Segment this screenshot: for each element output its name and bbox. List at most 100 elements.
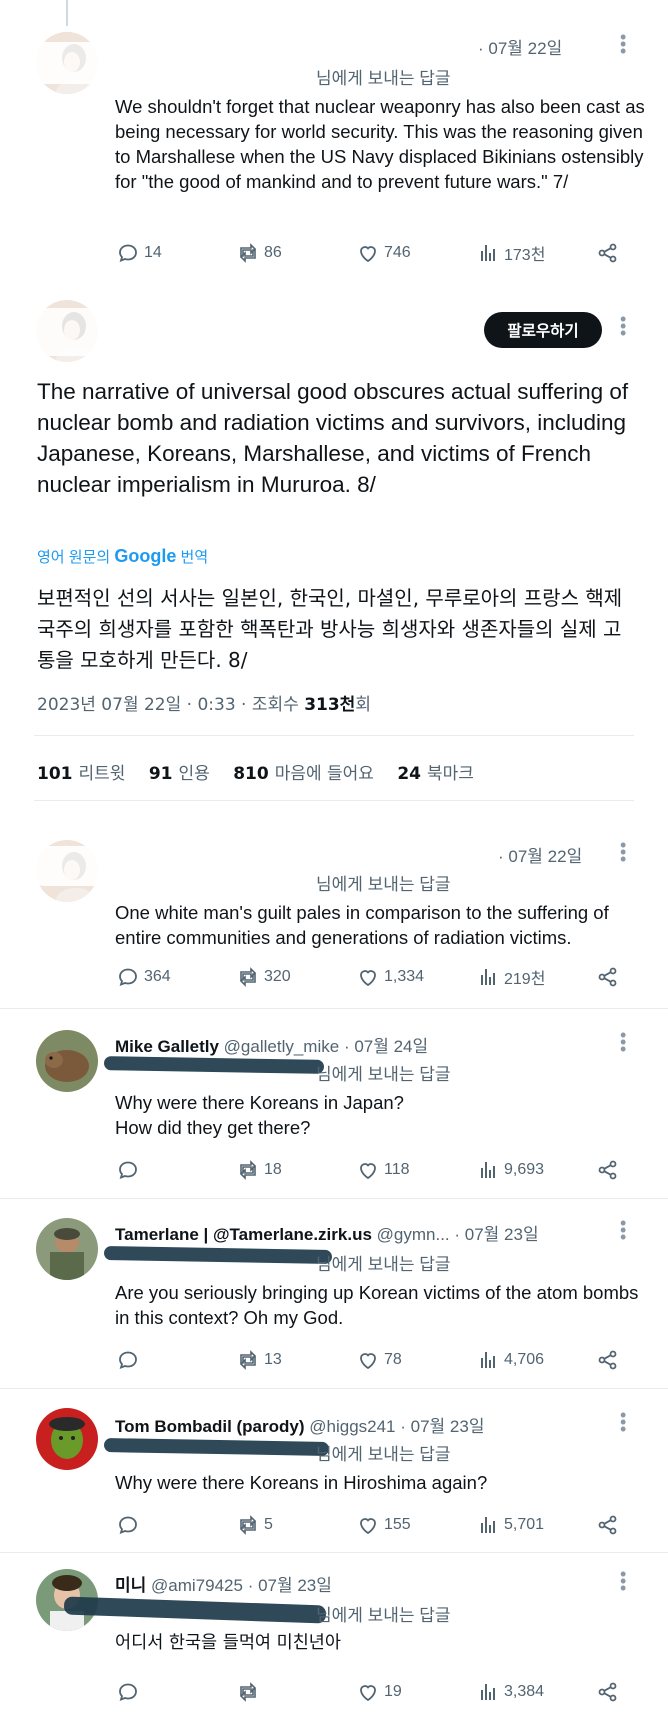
retweet-button[interactable]: 320	[236, 962, 291, 992]
tweet-date[interactable]: · 07월 23일	[248, 1576, 332, 1595]
reply-to-line: 님에게 보내는 답글	[316, 69, 451, 88]
retweet-button[interactable]	[236, 1677, 264, 1707]
translated-text: 보편적인 선의 서사는 일본인, 한국인, 마셜인, 무루로아의 프랑스 핵제국…	[37, 586, 623, 672]
like-count: 155	[384, 1516, 411, 1533]
divider	[0, 1008, 668, 1009]
more-options[interactable]: • • •	[620, 28, 626, 60]
timestamp[interactable]: 2023년 07월 22일 · 0:33 · 조회수	[37, 695, 299, 715]
views-button[interactable]: 173천	[476, 238, 545, 268]
action-bar: 5 155 5,701	[116, 1510, 636, 1540]
more-options[interactable]: • • •	[620, 1026, 626, 1058]
speech-bubble-icon	[119, 1351, 137, 1369]
retweets-stat[interactable]: 101 리트윗	[37, 764, 125, 784]
vertical-dots-icon: • • •	[620, 1025, 627, 1059]
more-options[interactable]: • • •	[620, 836, 626, 868]
retweet-button[interactable]: 13	[236, 1345, 282, 1375]
speech-bubble-icon	[119, 1161, 137, 1179]
like-button[interactable]: 155	[356, 1510, 411, 1540]
author-handle[interactable]: @gymn...	[377, 1225, 450, 1244]
avatar[interactable]	[36, 1030, 98, 1092]
google-brand-text: Google	[114, 546, 177, 566]
view-count: 4,706	[504, 1351, 545, 1368]
quotes-stat[interactable]: 91 인용	[149, 764, 210, 784]
author-name[interactable]: Tamerlane | @Tamerlane.zirk.us	[115, 1225, 372, 1244]
reply-tweet[interactable]: 미니 @ami79425 · 07월 23일 님에게 보내는 답글 • • • 어디…	[0, 1555, 660, 1716]
like-button[interactable]: 118	[356, 1155, 410, 1185]
author-line: 미니 @ami79425 · 07월 23일	[115, 1571, 332, 1596]
bookmarks-value: 24	[397, 764, 422, 784]
like-button[interactable]: 1,334	[356, 962, 424, 992]
reply-tweet[interactable]: Mike Galletly @galletly_mike · 07월 24일 님…	[0, 1010, 660, 1195]
author-name[interactable]: Tom Bombadil (parody)	[115, 1417, 305, 1436]
reply-count: 364	[144, 968, 171, 985]
tweet-date[interactable]: · 07월 22일	[478, 34, 562, 59]
like-button[interactable]: 78	[356, 1345, 402, 1375]
reply-button[interactable]	[116, 1510, 144, 1540]
reply-button[interactable]	[116, 1155, 144, 1185]
follow-button[interactable]: 팔로우하기	[484, 312, 602, 348]
reply-tweet[interactable]: Tamerlane | @Tamerlane.zirk.us @gymn... …	[0, 1200, 660, 1385]
retweet-button[interactable]: 86	[236, 238, 282, 268]
author-handle[interactable]: @ami79425	[151, 1576, 243, 1595]
main-tweet: 팔로우하기 • • • The narrative of universal goo…	[0, 280, 660, 810]
more-options[interactable]: • • •	[620, 1406, 626, 1438]
tweet-date[interactable]: · 07월 23일	[400, 1417, 484, 1436]
more-options[interactable]: • • •	[620, 1565, 626, 1597]
vertical-dots-icon: • • •	[620, 27, 627, 61]
share-button[interactable]	[596, 1510, 620, 1540]
retweet-button[interactable]: 18	[236, 1155, 282, 1185]
retweet-arrows-icon	[239, 967, 257, 987]
like-count: 746	[384, 244, 411, 261]
avatar[interactable]	[36, 1218, 98, 1280]
twitter-thread: · 07월 22일 님에게 보내는 답글 • • • We shouldn't fo…	[0, 0, 668, 1716]
self-reply-tweet[interactable]: · 07월 22일 님에게 보내는 답글 • • • One white man's…	[0, 820, 660, 1000]
tweet-date[interactable]: · 07월 23일	[454, 1225, 538, 1244]
more-options[interactable]: • • •	[620, 310, 626, 342]
bar-chart-icon	[481, 969, 495, 985]
bar-chart-icon	[481, 1684, 495, 1700]
like-count: 1,334	[384, 968, 425, 985]
views-button[interactable]: 219천	[476, 962, 545, 992]
action-bar: 14 86 746 173천	[116, 238, 636, 268]
share-button[interactable]	[596, 962, 620, 992]
tweet-text: 어디서 한국을 들먹여 미친년아	[115, 1633, 341, 1653]
views-suffix: 회	[355, 695, 371, 715]
retweet-button[interactable]: 5	[236, 1510, 273, 1540]
author-handle[interactable]: @higgs241	[309, 1417, 395, 1436]
author-name[interactable]: Mike Galletly	[115, 1037, 219, 1056]
like-button[interactable]: 746	[356, 238, 411, 268]
heart-icon	[360, 970, 376, 987]
reply-button[interactable]: 14	[116, 238, 162, 268]
views-button[interactable]: 5,701	[476, 1510, 544, 1540]
share-nodes-icon	[598, 243, 617, 263]
views-value: 313천	[304, 695, 356, 715]
vertical-dots-icon: • • •	[620, 835, 627, 869]
translate-link[interactable]: 영어 원문의 Google 번역	[37, 546, 208, 567]
tweet-7[interactable]: · 07월 22일 님에게 보내는 답글 • • • We shouldn't fo…	[0, 0, 660, 270]
bar-chart-icon	[481, 1517, 495, 1533]
like-count: 118	[384, 1161, 410, 1178]
author-line: Tamerlane | @Tamerlane.zirk.us @gymn... …	[115, 1220, 539, 1245]
share-button[interactable]	[596, 238, 620, 268]
reply-button[interactable]	[116, 1345, 144, 1375]
share-button[interactable]	[596, 1155, 620, 1185]
like-button[interactable]: 19	[356, 1677, 402, 1707]
bookmarks-stat[interactable]: 24 북마크	[397, 764, 474, 784]
views-button[interactable]: 3,384	[476, 1677, 544, 1707]
views-button[interactable]: 4,706	[476, 1345, 544, 1375]
retweet-count: 320	[264, 968, 291, 985]
share-button[interactable]	[596, 1345, 620, 1375]
avatar[interactable]	[36, 1408, 98, 1470]
reply-button[interactable]	[116, 1677, 144, 1707]
share-button[interactable]	[596, 1677, 620, 1707]
tweet-date[interactable]: · 07월 24일	[344, 1037, 428, 1056]
tweet-date[interactable]: · 07월 22일	[498, 842, 582, 867]
more-options[interactable]: • • •	[620, 1214, 626, 1246]
reply-tweet[interactable]: Tom Bombadil (parody) @higgs241 · 07월 23…	[0, 1390, 660, 1550]
tweet-text: Why were there Koreans in Hiroshima agai…	[115, 1472, 488, 1493]
author-handle[interactable]: @galletly_mike	[224, 1037, 340, 1056]
views-button[interactable]: 9,693	[476, 1155, 544, 1185]
likes-stat[interactable]: 810 마음에 들어요	[233, 764, 374, 784]
reply-button[interactable]: 364	[116, 962, 171, 992]
author-name[interactable]: 미니	[115, 1576, 146, 1595]
